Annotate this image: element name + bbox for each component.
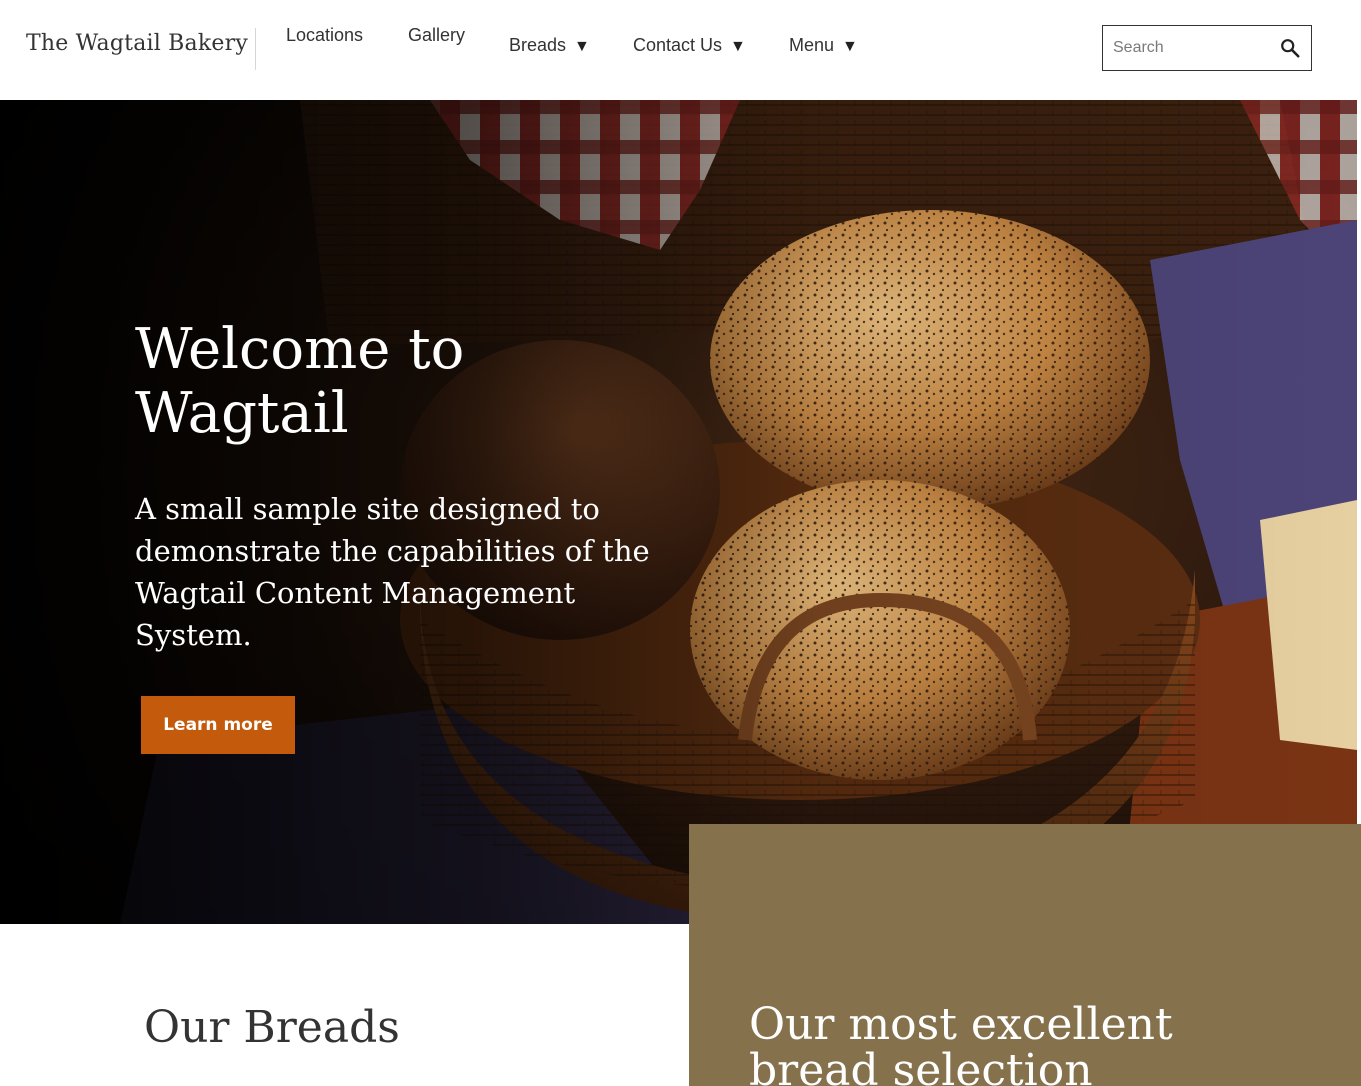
nav-item-gallery[interactable]: Gallery — [408, 25, 465, 46]
brand-logo-link[interactable]: The Wagtail Bakery — [26, 31, 248, 56]
nav-item-breads[interactable]: Breads ▼ — [509, 35, 590, 56]
site-header: The Wagtail Bakery Locations Gallery Bre… — [0, 0, 1361, 100]
nav-item-label: Contact Us — [633, 35, 723, 55]
nav-item-label: Gallery — [408, 25, 466, 45]
search-button[interactable] — [1279, 37, 1301, 59]
search-icon — [1281, 39, 1300, 58]
learn-more-button[interactable]: Learn more — [141, 696, 295, 754]
nav-item-label: Menu — [789, 35, 835, 55]
nav-item-label: Locations — [286, 25, 364, 45]
bread-promo-panel: Our most excellent bread selection — [689, 824, 1361, 1086]
nav-item-locations[interactable]: Locations — [286, 25, 363, 46]
hero-subtitle: A small sample site designed to demonstr… — [135, 492, 650, 652]
caret-down-icon: ▼ — [574, 38, 590, 55]
promo-title: Our most excellent bread selection — [749, 999, 1173, 1086]
hero-banner: Welcome to Wagtail A small sample site d… — [0, 100, 1357, 924]
caret-down-icon: ▼ — [730, 38, 746, 55]
search-form — [1102, 25, 1312, 71]
nav-item-contact-us[interactable]: Contact Us ▼ — [633, 35, 746, 56]
nav-item-menu[interactable]: Menu ▼ — [789, 35, 858, 56]
caret-down-icon: ▼ — [842, 38, 858, 55]
hero-title: Welcome to Wagtail — [135, 317, 465, 446]
our-breads-heading: Our Breads — [144, 1002, 400, 1053]
brand-divider — [255, 28, 256, 70]
search-input[interactable] — [1103, 26, 1273, 70]
nav-item-label: Breads — [509, 35, 567, 55]
